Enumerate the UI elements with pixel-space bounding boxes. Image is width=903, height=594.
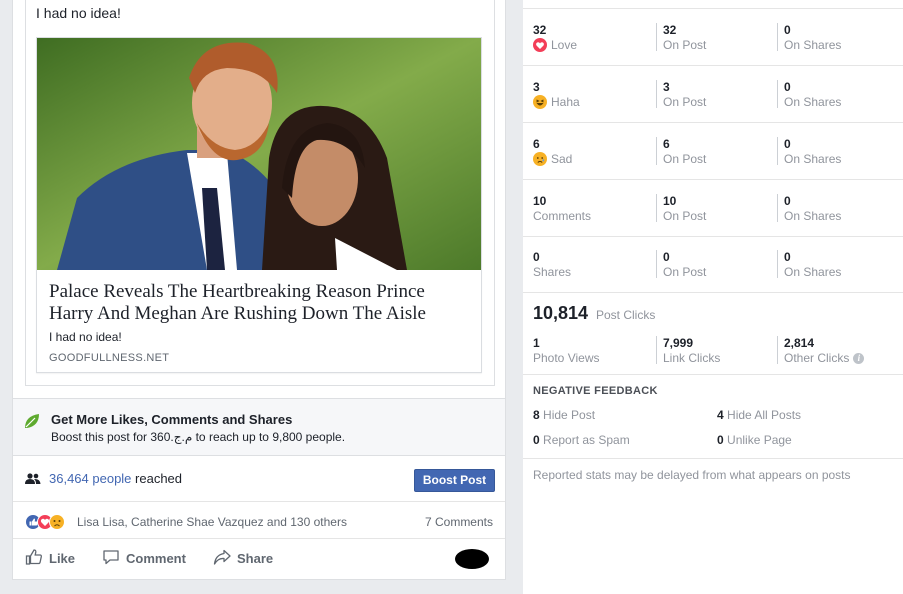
redacted-avatar[interactable] — [455, 549, 489, 569]
stat-row-sad: 6 Sad 6 On Post 0 On Shares — [523, 123, 903, 180]
comment-label: Comment — [126, 551, 186, 566]
link-description: I had no idea! — [49, 330, 122, 344]
love-label: Love — [551, 38, 578, 52]
sad-on-post: 6 — [663, 137, 670, 151]
stat-row-love: 32 Love 32 On Post 0 On Shares — [523, 9, 903, 66]
on-shares-label: On Shares — [784, 265, 842, 279]
boost-title: Get More Likes, Comments and Shares — [51, 412, 293, 427]
thumbs-up-icon — [25, 548, 43, 569]
shares-on-post: 0 — [663, 250, 670, 264]
post-text: I had no idea! — [36, 5, 121, 21]
sad-icon — [533, 152, 547, 166]
on-shares-label: On Shares — [784, 95, 842, 109]
action-bar: Like Comment Share — [13, 540, 505, 578]
comments-on-shares: 0 — [784, 194, 791, 208]
like-button[interactable]: Like — [25, 548, 75, 569]
share-button[interactable]: Share — [213, 548, 273, 569]
on-shares-label: On Shares — [784, 152, 842, 166]
comment-button[interactable]: Comment — [102, 548, 186, 569]
post-clicks-block: 10,814 Post Clicks 1 Photo Views 7,999 Lin… — [523, 293, 903, 375]
love-on-shares: 0 — [784, 23, 791, 37]
on-post-label: On Post — [663, 95, 707, 109]
stat-row-haha: 3 Haha 3 On Post 0 On Shares — [523, 66, 903, 123]
boost-suggestion: Get More Likes, Comments and Shares Boos… — [13, 398, 505, 456]
link-title[interactable]: Palace Reveals The Heartbreaking Reason … — [49, 281, 459, 325]
share-arrow-icon — [213, 548, 231, 569]
sad-total: 6 — [533, 137, 540, 151]
photo-views-label: Photo Views — [533, 351, 600, 365]
unlike-page-stat: 0 Unlike Page — [717, 433, 792, 447]
stat-row-shares: 0 Shares 0 On Post 0 On Shares — [523, 236, 903, 293]
haha-on-shares: 0 — [784, 80, 791, 94]
shares-total: 0 — [533, 250, 540, 264]
shares-on-shares: 0 — [784, 250, 791, 264]
sad-on-shares: 0 — [784, 137, 791, 151]
haha-icon — [533, 95, 547, 109]
on-post-label: On Post — [663, 209, 707, 223]
haha-label: Haha — [551, 95, 580, 109]
other-clicks-value: 2,814 — [784, 336, 815, 350]
comments-label: Comments — [533, 209, 592, 223]
hide-post-stat: 8 Hide Post — [533, 408, 596, 422]
stat-row-comments: 10 Comments 10 On Post 0 On Shares — [523, 180, 903, 237]
link-preview[interactable]: Palace Reveals The Heartbreaking Reason … — [36, 37, 482, 373]
shares-label: Shares — [533, 265, 572, 279]
reactions-row: Lisa Lisa, Catherine Shae Vazquez and 13… — [13, 503, 505, 539]
negative-feedback-title: NEGATIVE FEEDBACK — [533, 385, 658, 397]
post-clicks-label: Post Clicks — [596, 308, 656, 322]
negative-feedback-block: NEGATIVE FEEDBACK 8 Hide Post 4 Hide All… — [523, 376, 903, 459]
like-label: Like — [49, 551, 76, 566]
reaction-icons[interactable] — [25, 514, 75, 530]
boost-post-button[interactable]: Boost Post — [414, 469, 495, 492]
link-clicks-label: Link Clicks — [663, 351, 721, 365]
share-label: Share — [237, 551, 274, 566]
reach-suffix: reached — [131, 471, 183, 486]
on-shares-label: On Shares — [784, 209, 842, 223]
comment-bubble-icon — [102, 548, 120, 569]
people-icon — [25, 472, 41, 490]
couple-photo-image — [37, 38, 481, 270]
post-card: I had no idea! Palace Reveals The Heartb… — [12, 0, 506, 580]
post-clicks-value: 10,814 — [533, 303, 589, 323]
reaction-names[interactable]: Lisa Lisa, Catherine Shae Vazquez and 13… — [77, 515, 347, 529]
other-clicks-label: Other Clicks — [784, 351, 850, 365]
on-post-label: On Post — [663, 152, 707, 166]
insights-panel: 32 Love 32 On Post 0 On Shares 3 Haha 3 On … — [523, 0, 903, 594]
link-domain: GOODFULLNESS.NET — [49, 352, 170, 364]
hide-all-posts-stat: 4 Hide All Posts — [717, 408, 802, 422]
love-on-post: 32 — [663, 23, 677, 37]
love-icon — [533, 38, 547, 52]
comments-total: 10 — [533, 194, 547, 208]
comments-count[interactable]: 7 Comments — [425, 515, 493, 529]
comments-on-post: 10 — [663, 194, 677, 208]
haha-total: 3 — [533, 80, 540, 94]
on-post-label: On Post — [663, 265, 707, 279]
photo-views-value: 1 — [533, 336, 540, 350]
leaf-icon — [23, 412, 41, 435]
link-photo[interactable] — [37, 38, 481, 270]
on-shares-label: On Shares — [784, 38, 842, 52]
haha-on-post: 3 — [663, 80, 670, 94]
sad-reaction-icon — [49, 514, 65, 530]
reach-row: 36,464 people reached Boost Post — [13, 458, 505, 502]
reach-count-link[interactable]: 36,464 people — [49, 471, 131, 486]
report-spam-stat: 0 Report as Spam — [533, 433, 630, 447]
reach-text: 36,464 people reached — [49, 471, 182, 486]
delay-note: Reported stats may be delayed from what … — [533, 468, 851, 482]
on-post-label: On Post — [663, 38, 707, 52]
info-icon[interactable]: i — [853, 352, 865, 364]
boost-subtitle: Boost this post for 360.م.ج to reach up … — [51, 430, 346, 444]
love-total: 32 — [533, 23, 547, 37]
link-clicks-value: 7,999 — [663, 336, 694, 350]
sad-label: Sad — [551, 152, 573, 166]
